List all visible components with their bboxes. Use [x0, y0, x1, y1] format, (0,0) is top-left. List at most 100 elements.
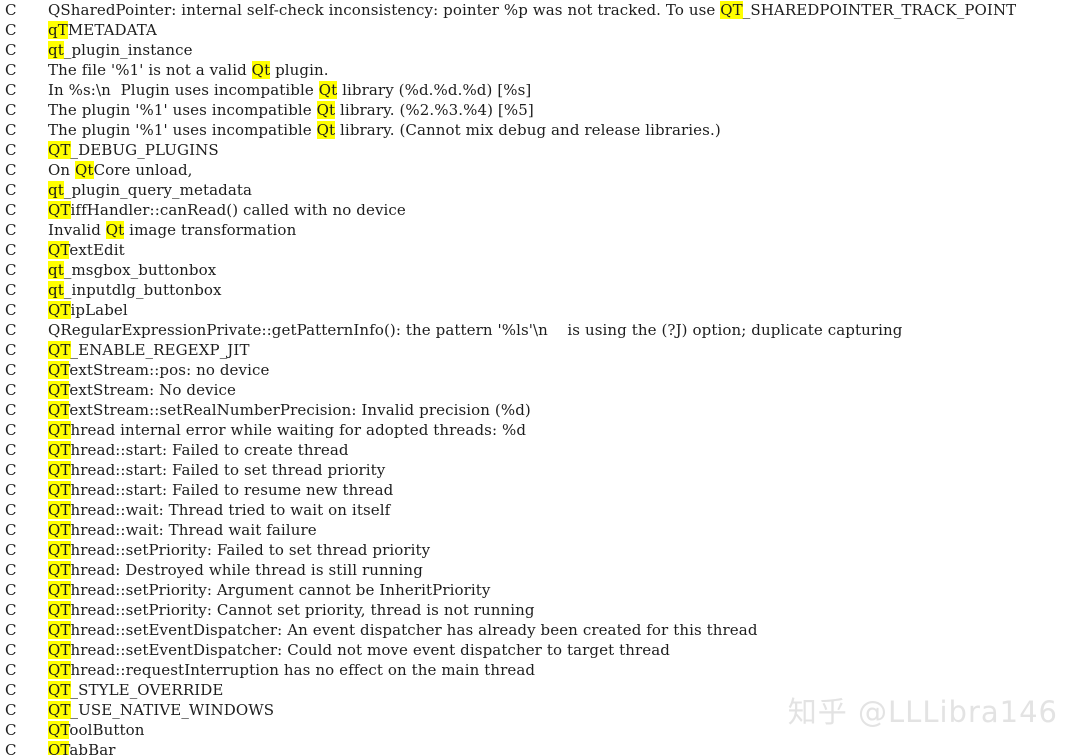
row-language-code: C [5, 721, 17, 739]
row-source-text: QT_STYLE_OVERRIDE [48, 681, 224, 699]
row-source-text: QT_DEBUG_PLUGINS [48, 141, 219, 159]
row-source-text: QTextEdit [48, 241, 125, 259]
row-language-code: C [5, 641, 17, 659]
listing-row[interactable]: C QThread::setPriority: Failed to set thr… [0, 540, 1080, 560]
listing-row[interactable]: C QThread internal error while waiting fo… [0, 420, 1080, 440]
listing-row[interactable]: C QThread::start: Failed to create thread [0, 440, 1080, 460]
listing-row[interactable]: C QTextEdit [0, 240, 1080, 260]
row-language-code: C [5, 321, 17, 339]
listing-row[interactable]: C QT_ENABLE_REGEXP_JIT [0, 340, 1080, 360]
row-source-text: qt_inputdlg_buttonbox [48, 281, 222, 299]
listing-row[interactable]: C QTipLabel [0, 300, 1080, 320]
qt-token-highlight: QT [48, 301, 71, 319]
row-source-text: qt_msgbox_buttonbox [48, 261, 217, 279]
listing-row[interactable]: C QTextStream::setRealNumberPrecision: In… [0, 400, 1080, 420]
listing-row[interactable]: C QThread::setPriority: Argument cannot b… [0, 580, 1080, 600]
listing-row[interactable]: C QThread::wait: Thread tried to wait on … [0, 500, 1080, 520]
row-language-code: C [5, 1, 17, 19]
qt-token-highlight: QT [48, 641, 71, 659]
row-source-text: qt_plugin_instance [48, 41, 193, 59]
row-source-text: QThread::setEventDispatcher: Could not m… [48, 641, 670, 659]
qt-token-highlight: QT [48, 541, 71, 559]
row-source-text: QTextStream::pos: no device [48, 361, 270, 379]
row-source-text: The plugin '%1' uses incompatible Qt lib… [48, 121, 721, 139]
row-language-code: C [5, 401, 17, 419]
row-language-code: C [5, 601, 17, 619]
listing-row[interactable]: C QTextStream: No device [0, 380, 1080, 400]
qt-token-highlight: QT [48, 681, 71, 699]
listing-row[interactable]: C QT_DEBUG_PLUGINS [0, 140, 1080, 160]
listing-row[interactable]: Cqt_plugin_query_metadata [0, 180, 1080, 200]
qt-token-highlight: Qt [105, 221, 125, 239]
listing-row[interactable]: C QRegularExpressionPrivate::getPatternIn… [0, 320, 1080, 340]
listing-row[interactable]: C QTextStream::pos: no device [0, 360, 1080, 380]
qt-token-highlight: QT [48, 241, 70, 259]
qt-token-highlight: QT [48, 481, 71, 499]
listing-row[interactable]: C The file '%1' is not a valid Qt plugin. [0, 60, 1080, 80]
listing-row[interactable]: Cqt_plugin_instance [0, 40, 1080, 60]
row-source-text: QT_ENABLE_REGEXP_JIT [48, 341, 250, 359]
qt-token-highlight: QT [48, 401, 70, 419]
qt-token-highlight: QT [48, 341, 71, 359]
qt-token-highlight: Qt [318, 81, 338, 99]
qt-token-highlight: qt [48, 261, 64, 279]
qt-token-highlight: QT [48, 381, 70, 399]
listing-row[interactable]: C Invalid Qt image transformation [0, 220, 1080, 240]
row-language-code: C [5, 41, 17, 59]
row-language-code: C [5, 281, 17, 299]
qt-token-highlight: QT [48, 201, 71, 219]
row-source-text: QTiffHandler::canRead() called with no d… [48, 201, 406, 219]
listing-row[interactable]: Cqt_inputdlg_buttonbox [0, 280, 1080, 300]
listing-row[interactable]: C The plugin '%1' uses incompatible Qt li… [0, 100, 1080, 120]
listing-row[interactable]: C QSharedPointer: internal self-check inc… [0, 0, 1080, 20]
listing-row[interactable]: C QThread::start: Failed to resume new th… [0, 480, 1080, 500]
listing-row[interactable]: C The plugin '%1' uses incompatible Qt li… [0, 120, 1080, 140]
listing-row[interactable]: C QTiffHandler::canRead() called with no … [0, 200, 1080, 220]
row-language-code: C [5, 621, 17, 639]
listing-row[interactable]: C QThread: Destroyed while thread is stil… [0, 560, 1080, 580]
row-source-text: QThread: Destroyed while thread is still… [48, 561, 423, 579]
row-source-text: The plugin '%1' uses incompatible Qt lib… [48, 101, 534, 119]
row-language-code: C [5, 661, 17, 679]
row-source-text: QThread::requestInterruption has no effe… [48, 661, 536, 679]
string-listing[interactable]: C QSharedPointer: internal self-check inc… [0, 0, 1080, 755]
row-language-code: C [5, 161, 17, 179]
row-language-code: C [5, 421, 17, 439]
row-source-text: In %s:\n Plugin uses incompatible Qt lib… [48, 81, 532, 99]
qt-token-highlight: QT [48, 501, 71, 519]
qt-token-highlight: QT [48, 421, 71, 439]
qt-token-highlight: QT [48, 441, 71, 459]
qt-token-highlight: qt [48, 41, 64, 59]
qt-token-highlight: QT [48, 461, 71, 479]
row-source-text: QThread::wait: Thread tried to wait on i… [48, 501, 391, 519]
qt-token-highlight: QT [48, 141, 71, 159]
row-source-text: QThread::setEventDispatcher: An event di… [48, 621, 758, 639]
qt-token-highlight: QT [48, 561, 71, 579]
row-language-code: C [5, 581, 17, 599]
listing-row[interactable]: C QThread::setPriority: Cannot set priori… [0, 600, 1080, 620]
row-source-text: Invalid Qt image transformation [48, 221, 297, 239]
listing-row[interactable]: C QThread::start: Failed to set thread pr… [0, 460, 1080, 480]
listing-row[interactable]: C In %s:\n Plugin uses incompatible Qt li… [0, 80, 1080, 100]
row-language-code: C [5, 461, 17, 479]
watermark: 知乎 @LLLibra146 [787, 695, 1058, 729]
qt-token-highlight: qt [48, 281, 64, 299]
row-language-code: C [5, 521, 17, 539]
listing-row[interactable]: C QTabBar [0, 740, 1080, 755]
listing-row[interactable]: C QThread::wait: Thread wait failure [0, 520, 1080, 540]
listing-row[interactable]: C On QtCore unload, [0, 160, 1080, 180]
listing-row[interactable]: C QThread::setEventDispatcher: Could not … [0, 640, 1080, 660]
row-language-code: C [5, 21, 17, 39]
qt-token-highlight: QT [48, 361, 70, 379]
listing-row[interactable]: Cqt_msgbox_buttonbox [0, 260, 1080, 280]
row-source-text: QTipLabel [48, 301, 128, 319]
row-language-code: C [5, 561, 17, 579]
row-language-code: C [5, 221, 17, 239]
listing-row[interactable]: C QThread::setEventDispatcher: An event d… [0, 620, 1080, 640]
listing-row[interactable]: CqTMETADATA [0, 20, 1080, 40]
qt-token-highlight: QT [48, 601, 71, 619]
row-source-text: The file '%1' is not a valid Qt plugin. [48, 61, 329, 79]
row-source-text: On QtCore unload, [48, 161, 193, 179]
listing-row[interactable]: C QThread::requestInterruption has no eff… [0, 660, 1080, 680]
row-language-code: C [5, 261, 17, 279]
